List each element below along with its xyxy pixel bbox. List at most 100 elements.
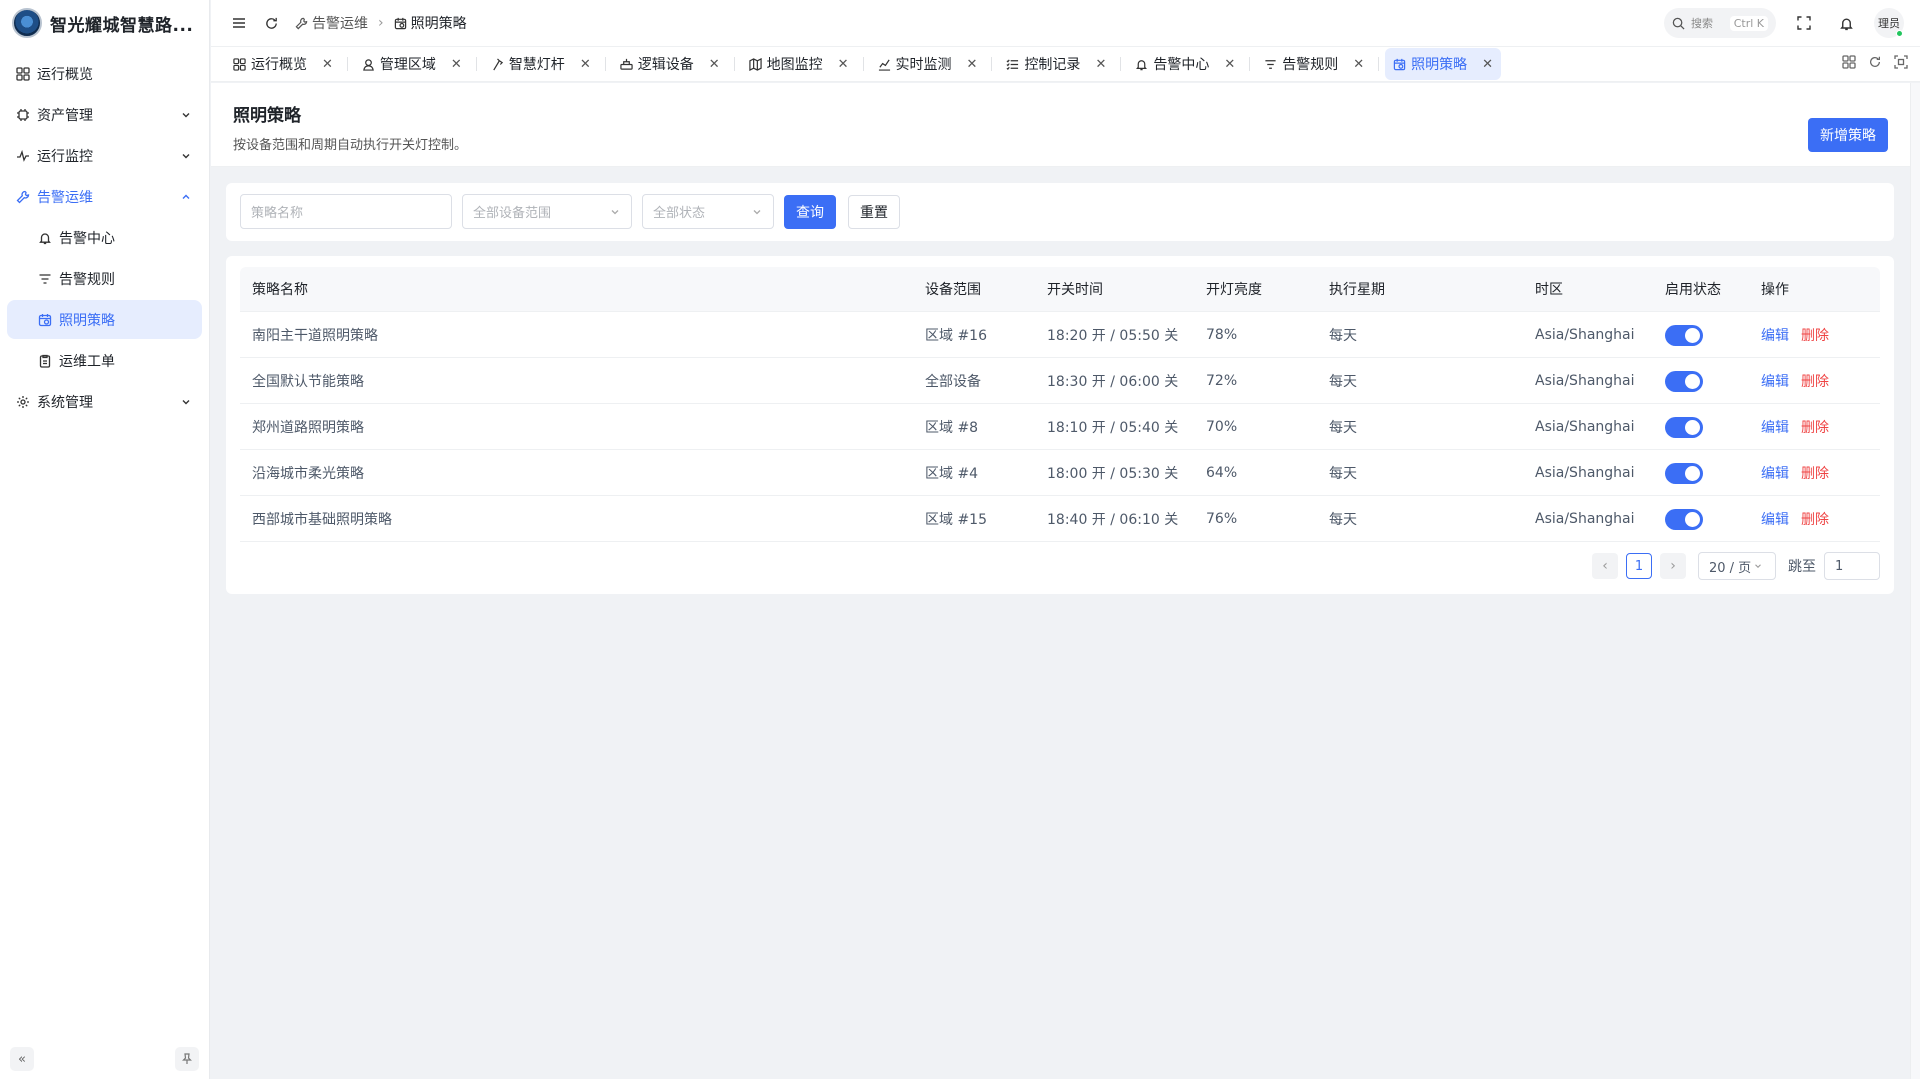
delete-link[interactable]: 删除 (1801, 512, 1829, 528)
column-header: 策略名称 (252, 282, 308, 298)
delete-link[interactable]: 删除 (1801, 420, 1829, 436)
enable-toggle[interactable] (1665, 416, 1703, 438)
global-search[interactable]: 搜索 Ctrl K (1664, 8, 1776, 38)
logo-row[interactable]: 智光耀城智慧路... (0, 0, 209, 46)
delete-link[interactable]: 删除 (1801, 466, 1829, 482)
next-page-button[interactable]: › (1660, 553, 1686, 579)
edit-link[interactable]: 编辑 (1761, 420, 1789, 436)
reset-button[interactable]: 重置 (848, 195, 900, 229)
close-icon[interactable]: ✕ (1353, 57, 1364, 72)
breadcrumb-parent[interactable]: 告警运维 (295, 13, 368, 33)
query-button[interactable]: 查询 (784, 195, 836, 229)
close-icon[interactable]: ✕ (451, 57, 462, 72)
page-scrollbar[interactable] (1910, 83, 1920, 1079)
tab-layout-button[interactable] (1842, 55, 1856, 73)
status-select[interactable]: 全部状态 (642, 194, 774, 229)
tab-label: 逻辑设备 (637, 57, 694, 73)
enable-toggle[interactable] (1665, 462, 1703, 484)
tab-refresh-button[interactable] (1868, 55, 1882, 73)
header-actions: 搜索 Ctrl K 理员 (1664, 0, 1904, 46)
pin-sidebar-button[interactable] (175, 1047, 199, 1071)
close-icon[interactable]: ✕ (1095, 57, 1106, 72)
page-number[interactable]: 1 (1626, 553, 1652, 579)
tab-label: 地图监控 (766, 57, 823, 73)
tab-divider (991, 57, 993, 71)
sidebar-item-work-orders[interactable]: 运维工单 (7, 341, 202, 380)
timezone: Asia/Shanghai (1535, 464, 1635, 481)
column-header: 开灯亮度 (1206, 282, 1262, 298)
chevron-down-icon (753, 210, 761, 215)
tab-alarm-center[interactable]: 告警中心 ✕ (1127, 48, 1243, 80)
close-icon[interactable]: ✕ (580, 57, 591, 72)
chevron-down-icon (182, 112, 190, 117)
sidebar-item-monitoring[interactable]: 运行监控 (7, 136, 202, 175)
chevron-left-icon: ‹ (1602, 558, 1608, 574)
device-scope: 区域 #8 (925, 419, 979, 436)
enable-toggle[interactable] (1665, 508, 1703, 530)
tab-map-monitor[interactable]: 地图监控 ✕ (741, 48, 857, 80)
close-icon[interactable]: ✕ (838, 57, 849, 72)
chevron-down-icon (182, 399, 190, 404)
policy-table-card: 策略名称 设备范围 开关时间 开灯亮度 执行星期 时区 启用状态 操作 南阳主干… (226, 256, 1894, 594)
fullscreen-button[interactable] (1790, 9, 1818, 37)
table-row: 西部城市基础照明策略 区域 #15 18:40 开 / 06:10 关 76% … (240, 496, 1880, 542)
timezone: Asia/Shanghai (1535, 510, 1635, 527)
tab-logic-devices[interactable]: 逻辑设备 ✕ (612, 48, 728, 80)
pole-icon (493, 58, 503, 70)
refresh-button[interactable] (257, 9, 285, 37)
user-avatar[interactable]: 理员 (1874, 8, 1904, 38)
sidebar-item-label: 告警中心 (59, 230, 115, 247)
tab-realtime[interactable]: 实时监测 ✕ (870, 48, 986, 80)
menu-toggle-button[interactable] (225, 9, 253, 37)
page-tabs: 运行概览 ✕ 管理区域 ✕ 智慧灯杆 ✕ 逻辑设备 ✕ 地图监控 ✕ 实时监测 … (211, 46, 1920, 82)
tab-overview[interactable]: 运行概览 ✕ (225, 48, 341, 80)
close-icon[interactable]: ✕ (967, 57, 978, 72)
notifications-button[interactable] (1832, 9, 1860, 37)
tab-alarm-rules[interactable]: 告警规则 ✕ (1256, 48, 1372, 80)
tab-maximize-button[interactable] (1894, 55, 1908, 73)
close-icon[interactable]: ✕ (1482, 57, 1493, 72)
sidebar-item-lighting-policy[interactable]: 照明策略 (7, 300, 202, 339)
tab-control-log[interactable]: 控制记录 ✕ (998, 48, 1114, 80)
sidebar-item-alarm-rules[interactable]: 告警规则 (7, 259, 202, 298)
delete-link[interactable]: 删除 (1801, 328, 1829, 344)
tab-smart-poles[interactable]: 智慧灯杆 ✕ (483, 48, 599, 80)
device-scope-select[interactable]: 全部设备范围 (462, 194, 632, 229)
table-row: 南阳主干道照明策略 区域 #16 18:20 开 / 05:50 关 78% 每… (240, 312, 1880, 358)
weekdays: 每天 (1329, 327, 1357, 344)
filter-bar: 策略名称 全部设备范围 全部状态 查询 重置 (226, 183, 1894, 241)
sidebar-item-label: 系统管理 (37, 394, 93, 411)
enable-toggle[interactable] (1665, 324, 1703, 346)
policy-name-input[interactable]: 策略名称 (240, 194, 452, 229)
device-scope: 区域 #15 (925, 511, 987, 528)
sidebar-item-alarm-ops[interactable]: 告警运维 (7, 177, 202, 216)
switch-time: 18:00 开 / 05:30 关 (1047, 465, 1179, 482)
sidebar-item-assets[interactable]: 资产管理 (7, 95, 202, 134)
close-icon[interactable]: ✕ (1224, 57, 1235, 72)
page-size-select[interactable]: 20 / 页 (1698, 552, 1776, 580)
search-placeholder: 搜索 (1691, 17, 1713, 30)
table-row: 全国默认节能策略 全部设备 18:30 开 / 06:00 关 72% 每天 A… (240, 358, 1880, 404)
list-check-icon (1006, 58, 1019, 70)
user-name: 理员 (1878, 17, 1900, 30)
delete-link[interactable]: 删除 (1801, 374, 1829, 390)
tab-areas[interactable]: 管理区域 ✕ (354, 48, 470, 80)
tab-lighting-policy[interactable]: 照明策略 ✕ (1385, 48, 1502, 80)
sidebar-item-overview[interactable]: 运行概览 (7, 54, 202, 93)
edit-link[interactable]: 编辑 (1761, 466, 1789, 482)
enable-toggle[interactable] (1665, 370, 1703, 392)
maximize-icon (1894, 55, 1908, 69)
sidebar-item-alarm-center[interactable]: 告警中心 (7, 218, 202, 257)
close-icon[interactable]: ✕ (322, 57, 333, 72)
edit-link[interactable]: 编辑 (1761, 328, 1789, 344)
collapse-sidebar-button[interactable]: « (10, 1047, 34, 1071)
device-scope: 区域 #16 (925, 327, 987, 344)
sidebar-item-system[interactable]: 系统管理 (7, 382, 202, 421)
edit-link[interactable]: 编辑 (1761, 512, 1789, 528)
wrench-icon (15, 189, 31, 205)
prev-page-button[interactable]: ‹ (1592, 553, 1618, 579)
jump-page-input[interactable]: 1 (1824, 552, 1880, 580)
close-icon[interactable]: ✕ (709, 57, 720, 72)
add-policy-button[interactable]: 新增策略 (1808, 118, 1888, 152)
edit-link[interactable]: 编辑 (1761, 374, 1789, 390)
